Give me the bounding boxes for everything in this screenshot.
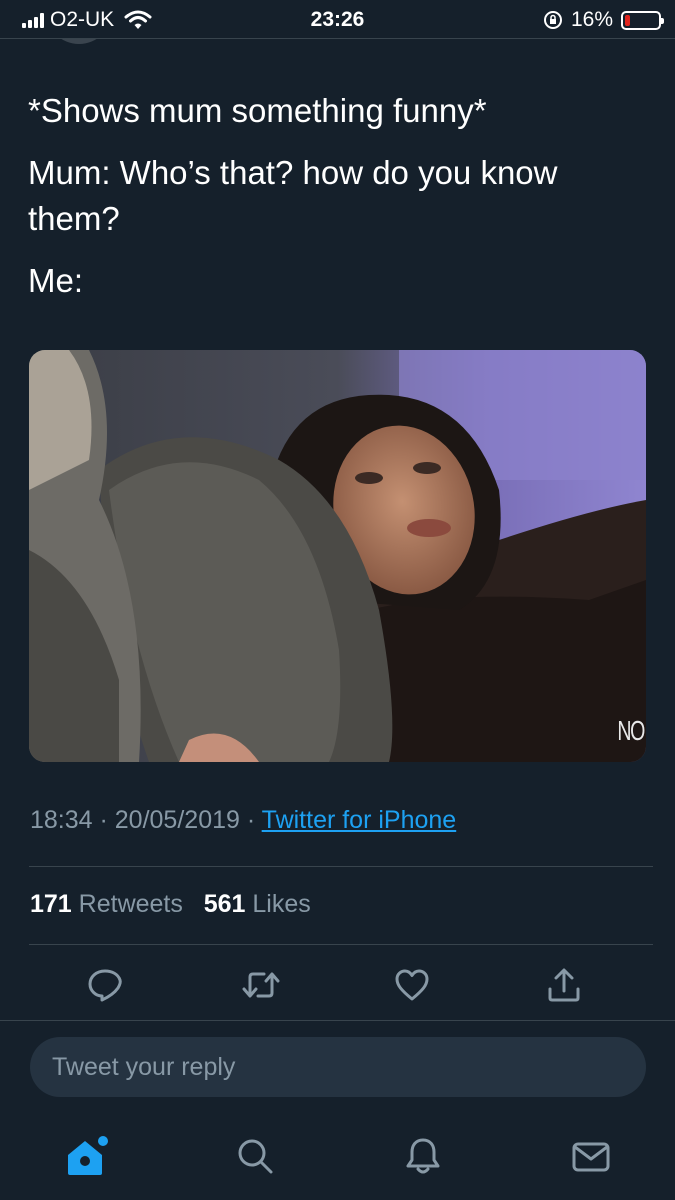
search-icon	[238, 1139, 273, 1174]
battery-icon	[621, 10, 664, 30]
likes-label: Likes	[245, 890, 311, 918]
like-button[interactable]	[389, 962, 435, 1008]
like-icon	[395, 969, 429, 1001]
retweet-button[interactable]	[238, 962, 284, 1008]
battery-percent: 16%	[570, 8, 613, 31]
retweets-count: 171	[30, 890, 72, 918]
tweet-stats: 171 Retweets 561 Likes	[30, 890, 311, 919]
likes-count: 561	[203, 890, 246, 918]
status-bar: O2-UK 23:26 16%	[0, 0, 675, 38]
messages-icon	[572, 1142, 610, 1172]
tab-notifications[interactable]	[398, 1126, 448, 1186]
reply-button[interactable]	[82, 962, 128, 1008]
reply-icon	[88, 969, 122, 1002]
likes-stat[interactable]: 561 Likes	[204, 890, 311, 918]
share-button[interactable]	[541, 962, 587, 1008]
header-divider	[0, 38, 675, 39]
tweet-line: Mum: Who’s that? how do you know them?	[28, 154, 558, 237]
tweet-text: *Shows mum something funny* Mum: Who’s t…	[28, 88, 648, 320]
reply-placeholder: Tweet your reply	[52, 1052, 236, 1081]
media-image	[29, 350, 646, 762]
divider	[29, 866, 653, 867]
divider	[0, 1020, 675, 1021]
tab-search[interactable]	[230, 1126, 280, 1186]
tweet-media[interactable]: NO	[29, 350, 646, 762]
home-icon	[68, 1136, 108, 1175]
tweet-line: Me:	[28, 262, 84, 299]
tweet-source-link[interactable]: Twitter for iPhone	[262, 806, 457, 834]
tab-home[interactable]	[62, 1126, 112, 1186]
orientation-lock-icon	[543, 11, 562, 29]
retweets-stat[interactable]: 171 Retweets	[30, 890, 183, 918]
media-watermark: NO	[617, 715, 645, 746]
tweet-actions	[0, 962, 675, 1008]
tab-bar	[0, 1126, 675, 1186]
tweet-line: *Shows mum something funny*	[28, 92, 487, 129]
retweets-label: Retweets	[71, 890, 183, 918]
tweet-meta: 18:34 · 20/05/2019 · Twitter for iPhone	[30, 806, 456, 835]
divider	[29, 944, 653, 945]
share-icon	[548, 968, 580, 1002]
tab-messages[interactable]	[566, 1126, 616, 1186]
battery-info: 16%	[543, 8, 664, 32]
reply-input[interactable]: Tweet your reply	[30, 1037, 646, 1097]
tweet-timestamp: 18:34 · 20/05/2019 ·	[30, 806, 262, 834]
notifications-icon	[406, 1138, 440, 1174]
retweet-icon	[242, 972, 280, 998]
